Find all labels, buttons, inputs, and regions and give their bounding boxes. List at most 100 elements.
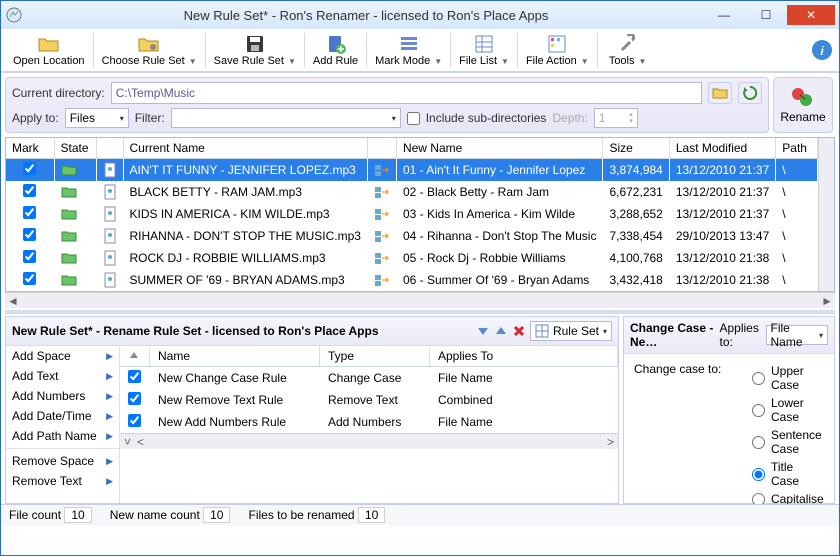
- rule-action-add-text[interactable]: Add Text▶: [6, 366, 119, 386]
- file-grid-vscroll[interactable]: [818, 138, 834, 291]
- case-option-upper-case[interactable]: Upper Case: [734, 362, 824, 394]
- table-row[interactable]: SUMMER OF '69 - BRYAN ADAMS.mp306 - Summ…: [6, 269, 818, 291]
- rename-button[interactable]: Rename: [773, 77, 833, 133]
- rule-action-remove-space[interactable]: Remove Space▶: [6, 448, 119, 471]
- case-radio[interactable]: [752, 372, 765, 385]
- size-cell: 6,672,231: [603, 181, 669, 203]
- rules-col-applies[interactable]: Applies To: [430, 346, 618, 367]
- file-action-icon: [546, 33, 568, 55]
- file-list-icon: [473, 33, 495, 55]
- rule-type-cell: Add Numbers: [320, 411, 430, 433]
- rule-action-add-path-name[interactable]: Add Path Name▶: [6, 426, 119, 446]
- rule-enabled-checkbox[interactable]: [128, 370, 141, 383]
- table-row[interactable]: AIN'T IT FUNNY - JENNIFER LOPEZ.mp301 - …: [6, 159, 818, 182]
- rules-col-enable[interactable]: [120, 346, 150, 367]
- rules-hscroll[interactable]: ˅<>: [120, 433, 618, 449]
- mark-checkbox[interactable]: [23, 228, 36, 241]
- col-path[interactable]: Path: [776, 138, 818, 159]
- filter-select[interactable]: ▾: [171, 108, 401, 128]
- choose-rule-set-button[interactable]: Choose Rule Set▼: [96, 31, 203, 69]
- move-down-icon[interactable]: [476, 324, 490, 338]
- case-radio[interactable]: [752, 468, 765, 481]
- col-new-name[interactable]: New Name: [396, 138, 603, 159]
- move-up-icon[interactable]: [494, 324, 508, 338]
- status-file-count: 10: [64, 507, 91, 523]
- rules-grid[interactable]: Name Type Applies To New Change Case Rul…: [120, 346, 618, 503]
- rule-enabled-checkbox[interactable]: [128, 414, 141, 427]
- app-icon: [5, 6, 23, 24]
- case-option-title-case[interactable]: Title Case: [734, 458, 824, 490]
- mark-checkbox[interactable]: [23, 162, 36, 175]
- tools-button[interactable]: Tools▼: [600, 31, 656, 69]
- apply-to-select[interactable]: Files▾: [65, 108, 129, 128]
- case-option-sentence-case[interactable]: Sentence Case: [734, 426, 824, 458]
- file-action-button[interactable]: File Action▼: [520, 31, 595, 69]
- col-current-name[interactable]: Current Name: [123, 138, 367, 159]
- rule-panel-title: New Rule Set* - Rename Rule Set - licens…: [12, 324, 472, 338]
- apply-to-label: Apply to:: [12, 111, 59, 125]
- rule-applies-cell: File Name: [430, 411, 618, 433]
- current-directory-input[interactable]: [111, 82, 702, 104]
- rule-row[interactable]: New Remove Text RuleRemove TextCombined: [120, 389, 618, 411]
- size-cell: 3,874,984: [603, 159, 669, 182]
- file-list-button[interactable]: File List▼: [453, 31, 515, 69]
- col-size[interactable]: Size: [603, 138, 669, 159]
- table-row[interactable]: BLACK BETTY - RAM JAM.mp302 - Black Bett…: [6, 181, 818, 203]
- rule-row[interactable]: New Add Numbers RuleAdd NumbersFile Name: [120, 411, 618, 433]
- col-mark[interactable]: Mark: [6, 138, 54, 159]
- info-icon[interactable]: i: [811, 39, 833, 61]
- file-icon: [96, 181, 123, 203]
- rule-name-cell: New Remove Text Rule: [150, 389, 320, 411]
- add-rule-button[interactable]: Add Rule: [307, 31, 364, 69]
- splitter[interactable]: [5, 310, 835, 314]
- include-subdirs-checkbox[interactable]: [407, 112, 420, 125]
- props-applies-select[interactable]: File Name▾: [766, 325, 828, 345]
- rules-col-type[interactable]: Type: [320, 346, 430, 367]
- window-title: New Rule Set* - Ron's Renamer - licensed…: [29, 8, 703, 23]
- col-last-modified[interactable]: Last Modified: [669, 138, 775, 159]
- minimize-button[interactable]: —: [703, 5, 745, 25]
- save-rule-set-button[interactable]: Save Rule Set▼: [208, 31, 302, 69]
- open-location-button[interactable]: Open Location: [7, 31, 91, 69]
- refresh-button[interactable]: [738, 82, 762, 104]
- mark-checkbox[interactable]: [23, 206, 36, 219]
- delete-rule-icon[interactable]: [512, 324, 526, 338]
- mark-checkbox[interactable]: [23, 184, 36, 197]
- folder-gear-icon: [138, 33, 160, 55]
- modified-cell: 13/12/2010 21:38: [669, 247, 775, 269]
- col-state[interactable]: State: [54, 138, 96, 159]
- path-cell: \: [776, 225, 818, 247]
- maximize-button[interactable]: ☐: [745, 5, 787, 25]
- rule-enabled-checkbox[interactable]: [128, 392, 141, 405]
- case-option-lower-case[interactable]: Lower Case: [734, 394, 824, 426]
- size-cell: 3,432,418: [603, 269, 669, 291]
- table-row[interactable]: KIDS IN AMERICA - KIM WILDE.mp303 - Kids…: [6, 203, 818, 225]
- new-name-cell: 05 - Rock Dj - Robbie Williams: [396, 247, 603, 269]
- mark-checkbox[interactable]: [23, 272, 36, 285]
- path-cell: \: [776, 247, 818, 269]
- case-radio[interactable]: [752, 436, 765, 449]
- add-rule-icon: [325, 33, 347, 55]
- table-row[interactable]: RIHANNA - DON'T STOP THE MUSIC.mp304 - R…: [6, 225, 818, 247]
- rule-action-add-date-time[interactable]: Add Date/Time▶: [6, 406, 119, 426]
- file-grid[interactable]: Mark State Current Name New Name Size La…: [5, 137, 835, 292]
- rule-action-add-space[interactable]: Add Space▶: [6, 346, 119, 366]
- state-icon: [54, 203, 96, 225]
- rule-row[interactable]: New Change Case RuleChange CaseFile Name: [120, 367, 618, 390]
- file-icon: [96, 159, 123, 182]
- size-cell: 3,288,652: [603, 203, 669, 225]
- case-radio[interactable]: [752, 404, 765, 417]
- close-button[interactable]: ✕: [787, 5, 835, 25]
- mark-mode-button[interactable]: Mark Mode▼: [369, 31, 448, 69]
- file-grid-hscroll[interactable]: ◄►: [5, 292, 835, 308]
- rule-action-remove-text[interactable]: Remove Text▶: [6, 471, 119, 491]
- rule-action-add-numbers[interactable]: Add Numbers▶: [6, 386, 119, 406]
- mark-checkbox[interactable]: [23, 250, 36, 263]
- rename-preview-icon: [367, 269, 396, 291]
- props-applies-label: Applies to:: [720, 321, 762, 349]
- tools-icon: [617, 33, 639, 55]
- table-row[interactable]: ROCK DJ - ROBBIE WILLIAMS.mp305 - Rock D…: [6, 247, 818, 269]
- rule-set-dropdown[interactable]: Rule Set▾: [530, 321, 612, 341]
- browse-folder-button[interactable]: [708, 82, 732, 104]
- rules-col-name[interactable]: Name: [150, 346, 320, 367]
